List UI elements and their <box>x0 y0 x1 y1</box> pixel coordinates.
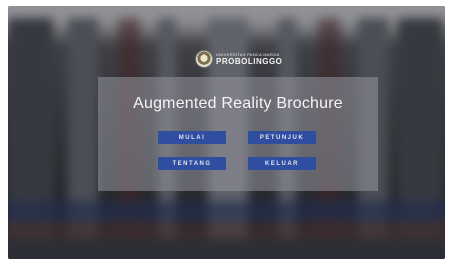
instructions-button[interactable]: PETUNJUK <box>248 131 316 144</box>
page-title: Augmented Reality Brochure <box>133 95 343 112</box>
app-viewport: UNIVERSITAS PANCA MARGA PROBOLINGGO Augm… <box>8 6 445 259</box>
institution-name: PROBOLINGGO <box>216 56 283 66</box>
university-seal-icon <box>196 51 212 67</box>
about-button[interactable]: TENTANG <box>158 157 226 170</box>
institution-subtitle: UNIVERSITAS PANCA MARGA <box>216 51 280 57</box>
main-menu-panel: Augmented Reality Brochure MULAI PETUNJU… <box>98 77 378 191</box>
start-button[interactable]: MULAI <box>158 131 226 144</box>
institution-logo: UNIVERSITAS PANCA MARGA PROBOLINGGO <box>196 48 286 70</box>
exit-button[interactable]: KELUAR <box>248 157 316 170</box>
